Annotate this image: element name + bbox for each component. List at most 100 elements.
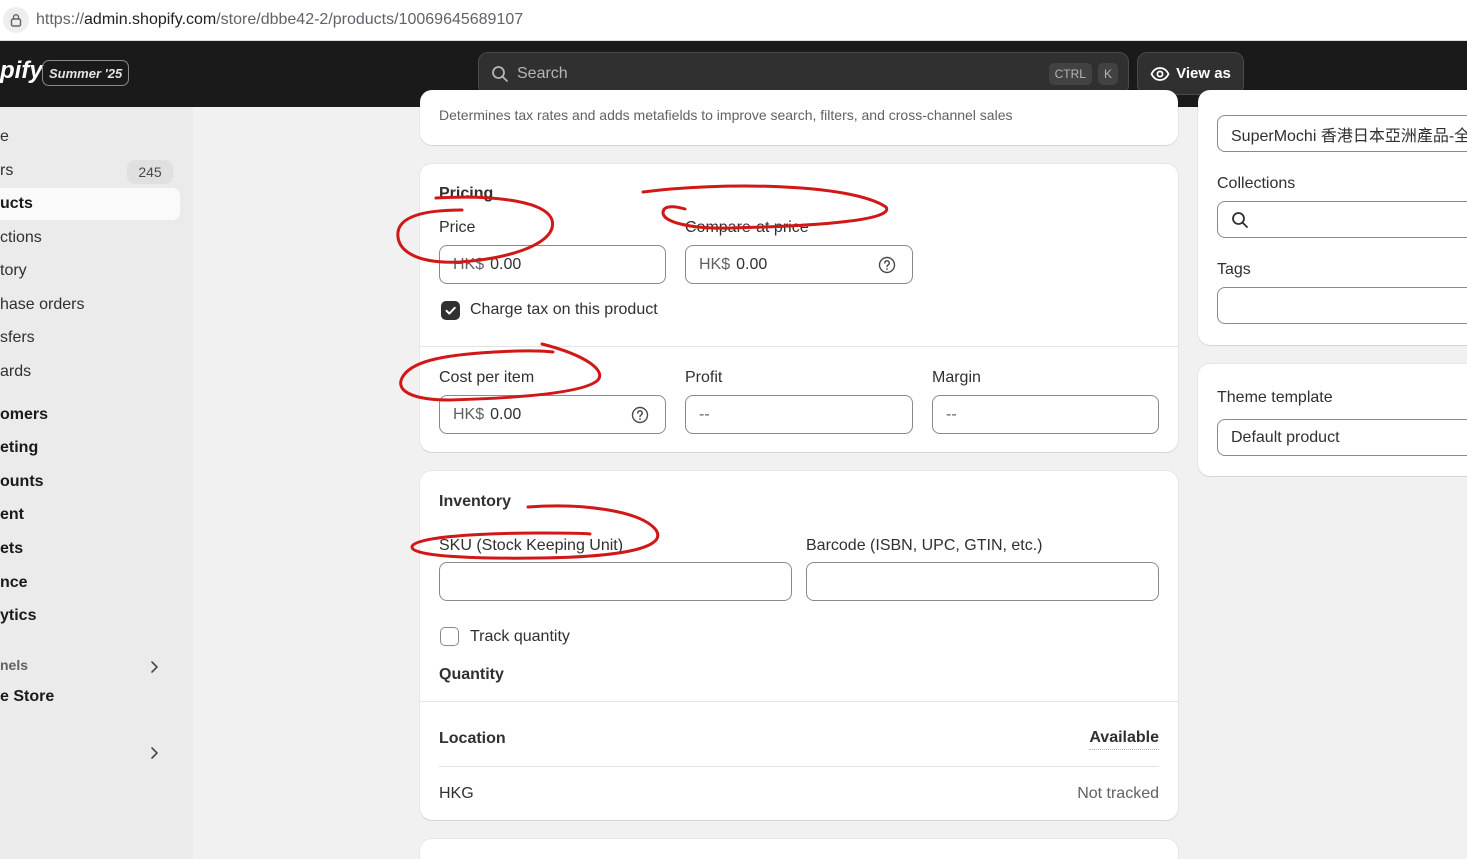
pricing-title: Pricing [439, 185, 494, 202]
cost-per-item-value: 0.00 [490, 405, 522, 423]
cost-per-item-input[interactable]: HK$ 0.00 [439, 395, 666, 434]
theme-template-select[interactable]: Default product [1217, 419, 1467, 456]
sidebar-item-inventory[interactable]: tory [0, 255, 180, 287]
collections-search-input[interactable] [1217, 201, 1467, 238]
vendor-value: SuperMochi 香港日本亞洲產品-全 [1231, 127, 1467, 145]
shortcut-ctrl-key: CTRL [1048, 62, 1092, 85]
sidebar-item-discounts[interactable]: ounts [0, 466, 180, 498]
lock-icon[interactable] [3, 7, 29, 33]
sidebar-item-label: ctions [0, 229, 42, 246]
theme-template-value: Default product [1231, 428, 1340, 446]
profit-value: -- [699, 405, 710, 423]
location-column-header: Location [439, 730, 506, 747]
tags-label: Tags [1217, 261, 1251, 278]
url-text[interactable]: https://admin.shopify.com/store/dbbe42-2… [36, 11, 523, 29]
sidebar-item-customers[interactable]: omers [0, 399, 180, 431]
inventory-title: Inventory [439, 493, 512, 510]
available-cell: Not tracked [1077, 785, 1159, 802]
chevron-right-icon[interactable] [146, 745, 162, 761]
orders-count-badge: 245 [127, 160, 173, 184]
theme-template-label: Theme template [1217, 389, 1333, 406]
sidebar-item-label: rs [0, 162, 14, 179]
sidebar-item-markets[interactable]: ets [0, 533, 180, 565]
sidebar-item-label: e Store [0, 688, 55, 705]
price-input[interactable]: HK$ 0.00 [439, 245, 666, 284]
tags-input[interactable] [1217, 287, 1467, 324]
sidebar-item-collections[interactable]: ctions [0, 222, 180, 254]
url-scheme: https:// [36, 11, 85, 28]
shortcut-k-key: K [1097, 62, 1118, 85]
url-host: admin.shopify.com [84, 11, 217, 28]
compare-at-price-value: 0.00 [736, 255, 768, 273]
currency-prefix: HK$ [453, 405, 485, 423]
shopify-logo[interactable]: pify [0, 57, 43, 85]
sidebar-item-label: ards [0, 363, 32, 380]
sidebar-item-analytics[interactable]: ytics [0, 600, 180, 632]
category-help-text: Determines tax rates and adds metafields… [439, 107, 1013, 123]
category-card: Determines tax rates and adds metafields… [420, 90, 1178, 145]
currency-prefix: HK$ [453, 255, 485, 273]
help-circle-icon[interactable] [631, 406, 649, 424]
barcode-input[interactable] [806, 562, 1159, 601]
price-value: 0.00 [490, 255, 522, 273]
search-icon [1231, 211, 1249, 229]
sidebar-item-label: omers [0, 406, 49, 423]
sidebar-item-products[interactable]: ucts [0, 188, 180, 220]
sidebar-item-label: ets [0, 540, 24, 557]
charge-tax-label[interactable]: Charge tax on this product [470, 301, 658, 319]
margin-value: -- [946, 405, 957, 423]
search-icon [491, 65, 509, 83]
table-divider [439, 766, 1159, 767]
sku-label: SKU (Stock Keeping Unit) [439, 537, 624, 554]
sidebar-item-finance[interactable]: nce [0, 567, 180, 599]
inventory-divider [420, 701, 1178, 702]
sidebar-item-online-store[interactable]: e Store [0, 681, 180, 713]
sidebar-item-label: ounts [0, 473, 44, 490]
available-column-header[interactable]: Available [1089, 729, 1159, 750]
cost-per-item-label: Cost per item [439, 369, 535, 386]
track-quantity-checkbox[interactable] [440, 627, 459, 646]
sidebar-item-transfers[interactable]: sfers [0, 322, 180, 354]
barcode-label: Barcode (ISBN, UPC, GTIN, etc.) [806, 537, 1043, 554]
sidebar-item-content[interactable]: ent [0, 499, 180, 531]
help-circle-icon[interactable] [878, 256, 896, 274]
charge-tax-checkbox[interactable] [441, 301, 460, 320]
pricing-divider [420, 346, 1178, 347]
compare-at-price-input[interactable]: HK$ 0.00 [685, 245, 913, 284]
checkmark-icon [445, 306, 456, 315]
view-as-button[interactable]: View as [1137, 52, 1244, 95]
sidebar-item-gift-cards[interactable]: ards [0, 356, 180, 388]
track-quantity-label[interactable]: Track quantity [470, 628, 570, 646]
sidebar-item-label: sfers [0, 329, 35, 346]
sidebar-item-label: tory [0, 262, 27, 279]
quantity-heading: Quantity [439, 666, 504, 683]
sidebar-item-marketing[interactable]: eting [0, 432, 180, 464]
edition-badge[interactable]: Summer '25 [42, 60, 130, 86]
sidebar-item-label: ucts [0, 195, 33, 212]
sidebar: e rs 245 ucts ctions tory hase orders sf… [0, 107, 193, 859]
collections-label: Collections [1217, 175, 1296, 192]
location-cell: HKG [439, 785, 474, 802]
url-path: /store/dbbe42-2/products/10069645689107 [216, 11, 524, 28]
view-as-label: View as [1176, 65, 1231, 82]
sidebar-item-purchase-orders[interactable]: hase orders [0, 289, 180, 321]
sidebar-item-home[interactable]: e [0, 121, 180, 153]
sidebar-item-label: ent [0, 506, 24, 523]
search-placeholder: Search [517, 64, 568, 82]
sidebar-item-label: nels [0, 657, 29, 673]
inventory-card: Inventory SKU (Stock Keeping Unit) Barco… [420, 471, 1178, 820]
margin-field: -- [932, 395, 1159, 434]
eye-icon [1150, 64, 1170, 84]
sku-input[interactable] [439, 562, 792, 601]
sidebar-item-label: hase orders [0, 296, 85, 313]
currency-prefix: HK$ [699, 255, 731, 273]
profit-label: Profit [685, 369, 723, 386]
chevron-right-icon[interactable] [146, 659, 162, 675]
next-card [420, 839, 1178, 859]
compare-at-price-label: Compare-at price [685, 219, 809, 236]
search-bar[interactable]: Search CTRL K [478, 52, 1129, 95]
browser-address-bar[interactable]: https://admin.shopify.com/store/dbbe42-2… [0, 0, 1467, 41]
sidebar-item-label: eting [0, 439, 39, 456]
sidebar-item-label: ytics [0, 607, 37, 624]
vendor-input[interactable]: SuperMochi 香港日本亞洲產品-全 [1217, 115, 1467, 152]
